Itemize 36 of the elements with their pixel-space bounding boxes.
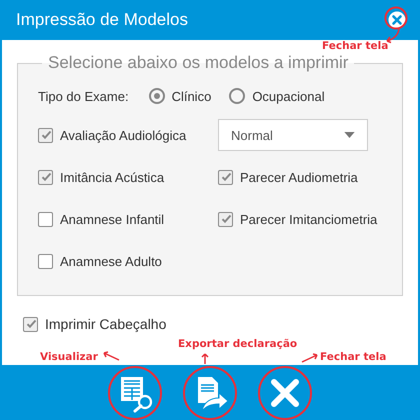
checkbox[interactable] [38, 170, 53, 184]
radio-label: Ocupacional [252, 88, 325, 104]
dropdown[interactable]: Normal [218, 119, 368, 151]
checkbox[interactable] [38, 254, 53, 268]
annotation-arrow [199, 352, 211, 364]
checkbox-label: Imitância Acústica [60, 170, 164, 184]
checkbox-label: Imprimir Cabeçalho [45, 316, 166, 332]
caret-icon [344, 132, 355, 138]
annotation-arrow [300, 352, 320, 364]
checkbox[interactable] [218, 170, 233, 184]
checkbox-label: Parecer Audiometria [240, 170, 358, 184]
checkbox-label: Anamnese Adulto [60, 254, 162, 268]
checkbox[interactable] [23, 316, 38, 332]
checkbox[interactable] [218, 212, 233, 226]
close-icon [388, 11, 406, 29]
annotation-label: Visualizar [40, 351, 98, 363]
highlight-circle [257, 365, 313, 420]
highlight-circle [384, 6, 408, 30]
annotation-arrow [101, 350, 121, 362]
checkbox-label: Parecer Imitanciometria [240, 212, 378, 226]
group-legend: Selecione abaixo os modelos a imprimir [42, 53, 354, 73]
highlight-circle [182, 365, 238, 420]
checkbox[interactable] [38, 128, 53, 142]
exam-type-label: Tipo do Exame: [38, 88, 129, 104]
annotation-label: Exportar declaração [178, 338, 298, 350]
annotation-label: Fechar tela [320, 351, 386, 363]
window-title: Impressão de Modelos [16, 10, 188, 30]
radio-button[interactable] [229, 88, 246, 104]
annotation-label: Fechar tela [322, 40, 388, 52]
close-button[interactable] [388, 11, 406, 29]
checkbox[interactable] [38, 212, 53, 226]
radio-label: Clínico [172, 88, 212, 104]
radio-button[interactable] [148, 88, 165, 104]
checkbox-label: Avaliação Audiológica [60, 128, 186, 142]
checkbox-label: Anamnese Infantil [60, 212, 164, 226]
highlight-circle [107, 365, 163, 420]
